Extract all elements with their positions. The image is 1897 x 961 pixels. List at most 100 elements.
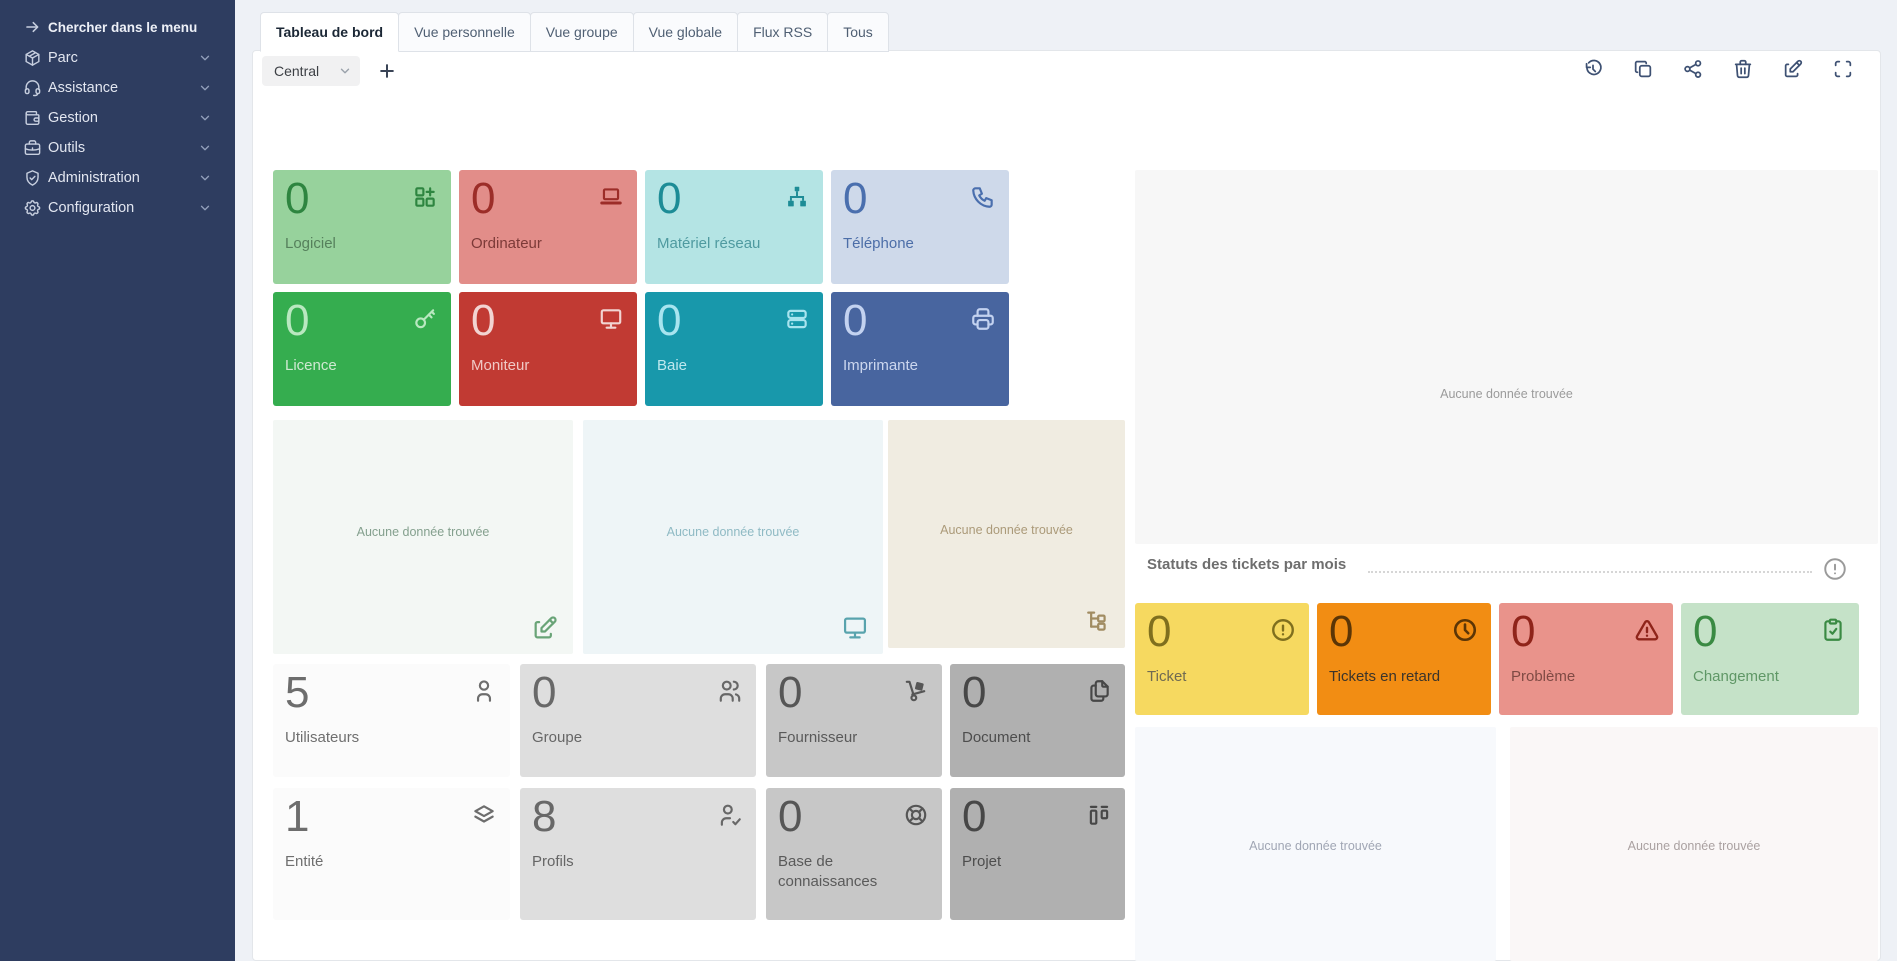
phone-icon xyxy=(970,184,996,210)
tile-groupe[interactable]: 0 Groupe xyxy=(520,664,756,777)
tile-ordinateur[interactable]: 0 Ordinateur xyxy=(459,170,637,284)
apps-icon xyxy=(412,184,438,210)
tab-tous[interactable]: Tous xyxy=(827,12,889,52)
sidebar: Chercher dans le menu Parc Assistance Ge… xyxy=(0,0,235,961)
tab-tableau-de-bord[interactable]: Tableau de bord xyxy=(260,12,399,52)
briefcase-icon xyxy=(23,139,42,158)
wallet-icon xyxy=(23,109,42,128)
sidebar-item-outils[interactable]: Outils xyxy=(0,133,235,163)
sidebar-item-administration[interactable]: Administration xyxy=(0,163,235,193)
tile-count: 0 xyxy=(778,792,802,843)
shield-check-icon xyxy=(23,169,42,188)
headset-icon xyxy=(23,79,42,98)
clipboard-check-icon xyxy=(1820,617,1846,643)
dolly-icon xyxy=(903,678,929,704)
tile-label: Téléphone xyxy=(843,234,999,254)
tile-label: Fournisseur xyxy=(778,728,932,748)
laptop-icon xyxy=(598,184,624,210)
empty-data-text: Aucune donnée trouvée xyxy=(583,525,883,539)
widget-empty-panel: Aucune donnée trouvée xyxy=(1135,727,1496,961)
tile-entite[interactable]: 1 Entité xyxy=(273,788,510,920)
tile-document[interactable]: 0 Document xyxy=(950,664,1125,777)
gear-icon xyxy=(23,199,42,218)
sidebar-item-label: Parc xyxy=(48,50,78,66)
sidebar-item-label: Outils xyxy=(48,140,85,156)
tile-label: Licence xyxy=(285,356,441,376)
tile-count: 0 xyxy=(471,296,495,347)
add-dashboard-button[interactable] xyxy=(377,61,397,81)
sidebar-item-label: Administration xyxy=(48,170,140,186)
sidebar-item-gestion[interactable]: Gestion xyxy=(0,103,235,133)
tile-projet[interactable]: 0 Projet xyxy=(950,788,1125,920)
clock-icon xyxy=(1452,617,1478,643)
user-icon xyxy=(471,678,497,704)
files-icon xyxy=(1086,678,1112,704)
tile-count: 8 xyxy=(532,792,556,843)
tile-count: 1 xyxy=(285,792,309,843)
tile-label: Entité xyxy=(285,852,500,872)
tile-profils[interactable]: 8 Profils xyxy=(520,788,756,920)
dashboard-selector-value: Central xyxy=(274,63,319,79)
tile-count: 0 xyxy=(843,174,867,225)
widget-empty-panel: Aucune donnée trouvée xyxy=(583,420,883,654)
tile-count: 0 xyxy=(1693,607,1717,658)
tile-fournisseur[interactable]: 0 Fournisseur xyxy=(766,664,942,777)
tab-vue-globale[interactable]: Vue globale xyxy=(633,12,738,52)
tile-utilisateurs[interactable]: 5 Utilisateurs xyxy=(273,664,510,777)
copy-button[interactable] xyxy=(1632,58,1654,80)
tab-vue-groupe[interactable]: Vue groupe xyxy=(530,12,634,52)
chevron-down-icon xyxy=(198,51,212,65)
tile-base-de-connaissances[interactable]: 0 Base de connaissances xyxy=(766,788,942,920)
tile-label: Imprimante xyxy=(843,356,999,376)
share-button[interactable] xyxy=(1682,58,1704,80)
tile-label: Ordinateur xyxy=(471,234,627,254)
tile-count: 0 xyxy=(1147,607,1171,658)
tab-flux-rss[interactable]: Flux RSS xyxy=(737,12,828,52)
edit-button[interactable] xyxy=(1782,58,1804,80)
tile-moniteur[interactable]: 0 Moniteur xyxy=(459,292,637,406)
tile-materiel-reseau[interactable]: 0 Matériel réseau xyxy=(645,170,823,284)
alert-circle-icon xyxy=(1270,617,1296,643)
chevron-down-icon xyxy=(198,201,212,215)
dashboard-selector[interactable]: Central xyxy=(262,56,360,86)
tile-telephone[interactable]: 0 Téléphone xyxy=(831,170,1009,284)
glpi-dashboard-screen: Chercher dans le menu Parc Assistance Ge… xyxy=(0,0,1897,961)
history-button[interactable] xyxy=(1582,58,1604,80)
sidebar-item-parc[interactable]: Parc xyxy=(0,43,235,73)
sidebar-item-assistance[interactable]: Assistance xyxy=(0,73,235,103)
tile-label: Profils xyxy=(532,852,746,872)
sidebar-item-configuration[interactable]: Configuration xyxy=(0,193,235,223)
sidebar-item-label: Configuration xyxy=(48,200,134,216)
tile-ticket[interactable]: 0 Ticket xyxy=(1135,603,1309,715)
section-title-ticket-status: Statuts des tickets par mois xyxy=(1147,556,1346,573)
tile-probleme[interactable]: 0 Problème xyxy=(1499,603,1673,715)
tile-label: Logiciel xyxy=(285,234,441,254)
tile-imprimante[interactable]: 0 Imprimante xyxy=(831,292,1009,406)
tile-label: Problème xyxy=(1511,667,1663,687)
widget-empty-panel: Aucune donnée trouvée xyxy=(888,420,1125,648)
maximize-button[interactable] xyxy=(1832,58,1854,80)
tile-count: 0 xyxy=(843,296,867,347)
tile-count: 0 xyxy=(1329,607,1353,658)
sidebar-search[interactable]: Chercher dans le menu xyxy=(0,12,235,42)
tile-logiciel[interactable]: 0 Logiciel xyxy=(273,170,451,284)
tile-label: Changement xyxy=(1693,667,1849,687)
tile-count: 5 xyxy=(285,668,309,719)
tab-bar: Tableau de bord Vue personnelle Vue grou… xyxy=(260,12,888,52)
tile-baie[interactable]: 0 Baie xyxy=(645,292,823,406)
users-icon xyxy=(717,678,743,704)
tile-count: 0 xyxy=(471,174,495,225)
trash-button[interactable] xyxy=(1732,58,1754,80)
alert-circle-icon[interactable] xyxy=(1822,556,1848,582)
tile-label: Groupe xyxy=(532,728,746,748)
tile-label: Tickets en retard xyxy=(1329,667,1481,687)
chevron-down-icon xyxy=(338,64,352,78)
sidebar-item-label: Gestion xyxy=(48,110,98,126)
tab-vue-personnelle[interactable]: Vue personnelle xyxy=(398,12,531,52)
alert-triangle-icon xyxy=(1634,617,1660,643)
tile-changement[interactable]: 0 Changement xyxy=(1681,603,1859,715)
tile-tickets-en-retard[interactable]: 0 Tickets en retard xyxy=(1317,603,1491,715)
tree-icon xyxy=(1083,608,1111,636)
tile-licence[interactable]: 0 Licence xyxy=(273,292,451,406)
widget-empty-panel-large: Aucune donnée trouvée xyxy=(1135,170,1878,544)
